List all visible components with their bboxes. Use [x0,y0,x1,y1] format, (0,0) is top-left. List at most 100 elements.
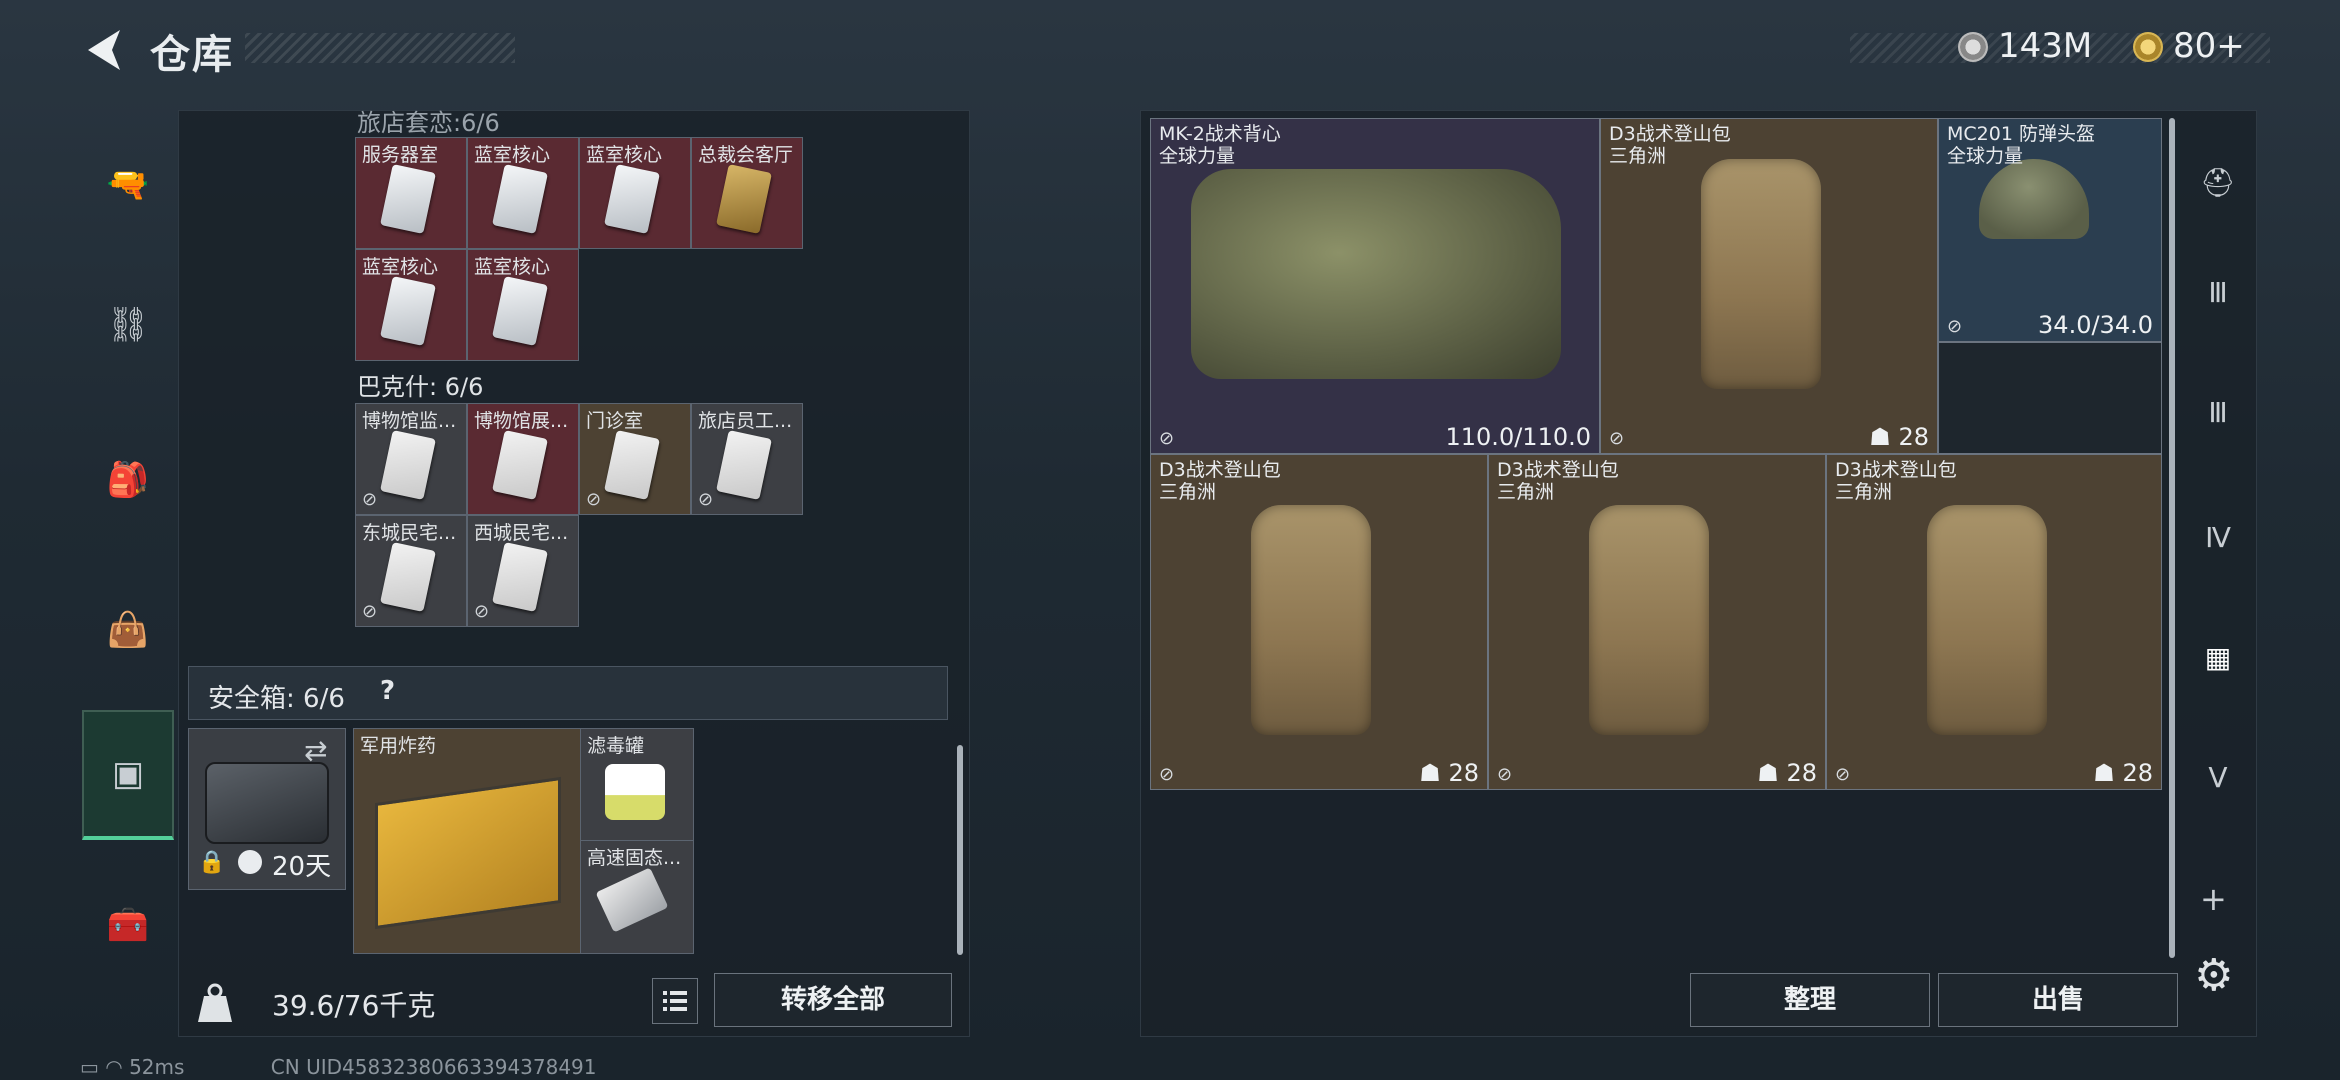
no-drop-icon: ⊘ [1835,764,1851,785]
helmet-slot-icon[interactable]: ⛑ [2186,150,2250,214]
no-drop-icon: ⊘ [362,489,378,510]
item-name: 蓝室核心 [474,256,551,278]
item-name: D3战术登山包 三角洲 [1835,459,1957,503]
item-name: 滤毒罐 [587,735,645,757]
tier3b-stash-icon[interactable]: Ⅲ [2186,380,2250,444]
item-name: D3战术登山包 三角洲 [1609,123,1731,167]
keycard-icon [604,164,660,234]
backpack-icon [1589,505,1709,735]
back-arrow-icon[interactable] [80,25,130,75]
nav-backpack-icon[interactable]: 🎒 [82,435,174,525]
tier3-stash-icon[interactable]: Ⅲ [2186,260,2250,324]
keycard-slot[interactable]: 西城民宅... ⊘ [467,515,579,627]
keycard-icon [380,276,436,346]
inventory-scrollbar[interactable] [957,745,963,955]
keycard-icon [492,276,548,346]
gold-coin-icon [2133,32,2163,62]
keycard-slot[interactable]: 服务器室 [355,137,467,249]
helmet-item[interactable]: MC201 防弹头盔 全球力量 ⊘ 34.0/34.0 [1938,118,2162,342]
capacity-icon: ☗ [1419,759,1449,787]
durability-value: 34.0/34.0 [2038,311,2153,339]
item-name: 门诊室 [586,410,644,432]
nav-case-icon[interactable]: ▣ [82,710,174,840]
backpack-icon [1927,505,2047,735]
item-name: D3战术登山包 三角洲 [1159,459,1281,503]
nav-pistol-icon[interactable]: 🔫 [82,140,174,230]
item-name: 蓝室核心 [474,144,551,166]
no-drop-icon: ⊘ [1497,764,1513,785]
swap-icon[interactable]: ⇄ [304,734,327,767]
no-drop-icon: ⊘ [698,489,714,510]
status-bar: ▭ ◠ 52ms CN UID45832380663394378491 [80,1055,597,1079]
backpack-icon [1251,505,1371,735]
backpack-item[interactable]: D3战术登山包 三角洲 ⊘ ☗ 28 [1600,118,1938,454]
capacity-icon: ☗ [1757,759,1787,787]
transfer-all-button[interactable]: 转移全部 [714,973,952,1027]
no-drop-icon: ⊘ [586,489,602,510]
weight-readout: 39.6/76千克 [272,989,436,1022]
keycard-slot[interactable]: 旅店员工... ⊘ [691,403,803,515]
tier4-active-stash-icon[interactable]: ▦ [2186,625,2250,689]
keycard-icon [380,430,436,500]
keycard-slot[interactable]: 总裁会客厅 [691,137,803,249]
nav-vest-icon[interactable]: ⛓ [82,280,174,370]
item-name: D3战术登山包 三角洲 [1497,459,1619,503]
keycard-slot[interactable]: 蓝室核心 [579,137,691,249]
help-button[interactable]: ? [380,676,395,706]
weight-icon [198,983,232,1022]
capacity-value: ☗ 28 [1869,423,1929,451]
tactical-vest-icon [1191,169,1561,379]
keycard-slot[interactable]: 东城民宅... ⊘ [355,515,467,627]
keycard-icon [716,430,772,500]
capacity-value: ☗ 28 [1757,759,1817,787]
sort-button[interactable]: 整理 [1690,973,1930,1027]
keycard-slot[interactable]: 蓝室核心 [467,249,579,361]
backpack-item[interactable]: D3战术登山包 三角洲 ⊘ ☗ 28 [1150,454,1488,790]
item-name: 东城民宅... [362,522,457,544]
gold-keycard-icon [716,164,772,234]
group2-label: 巴克什: 6/6 [357,373,484,401]
capacity-icon: ☗ [2093,759,2123,787]
no-drop-icon: ⊘ [474,601,490,622]
capacity-value: ☗ 28 [2093,759,2153,787]
list-view-button[interactable] [652,978,698,1024]
gear-icon[interactable]: ⚙ [2194,950,2233,1001]
gold-currency-value[interactable]: 80+ [2173,26,2245,66]
empty-slot[interactable] [1938,342,2162,454]
item-name: 服务器室 [362,144,439,166]
silver-coin-icon [1958,32,1988,62]
tier5-stash-icon[interactable]: Ⅴ [2186,745,2250,809]
group-top-label: 旅店套恋:6/6 [357,109,500,137]
item-name: MK-2战术背心 全球力量 [1159,123,1281,167]
item-name: 总裁会客厅 [698,144,794,166]
lock-icon: 🔒 [198,850,226,875]
keycard-icon [380,542,436,612]
backpack-item[interactable]: D3战术登山包 三角洲 ⊘ ☗ 28 [1826,454,2162,790]
ping-value: 52ms [129,1055,185,1079]
keycard-slot[interactable]: 博物馆监... ⊘ [355,403,467,515]
silver-currency-value: 143M [1998,26,2093,66]
keycard-slot[interactable]: 蓝室核心 [355,249,467,361]
keycard-slot[interactable]: 门诊室 ⊘ [579,403,691,515]
backpack-item[interactable]: D3战术登山包 三角洲 ⊘ ☗ 28 [1488,454,1826,790]
stash-scrollbar[interactable] [2169,118,2175,958]
battery-icon: ▭ [80,1055,99,1079]
capacity-value: ☗ 28 [1419,759,1479,787]
tier4-stash-icon[interactable]: Ⅳ [2186,505,2250,569]
item-name: 高速固态... [587,847,682,869]
keycard-icon [380,164,436,234]
item-name: 博物馆展... [474,410,569,432]
keycard-slot[interactable]: 博物馆展... [467,403,579,515]
vest-item[interactable]: MK-2战术背心 全球力量 ⊘ 110.0/110.0 [1150,118,1600,454]
add-stash-icon[interactable]: + [2200,880,2227,918]
keycard-icon [492,542,548,612]
durability-value: 110.0/110.0 [1445,423,1592,451]
secure-case-icon [205,762,329,844]
nav-toolbox-icon[interactable]: 🧰 [82,880,174,970]
backpack-icon [1701,159,1821,389]
sell-button[interactable]: 出售 [1938,973,2178,1027]
item-name: 军用炸药 [360,735,437,757]
keycard-icon [604,430,660,500]
nav-bag-icon[interactable]: 👜 [82,585,174,675]
keycard-slot[interactable]: 蓝室核心 [467,137,579,249]
